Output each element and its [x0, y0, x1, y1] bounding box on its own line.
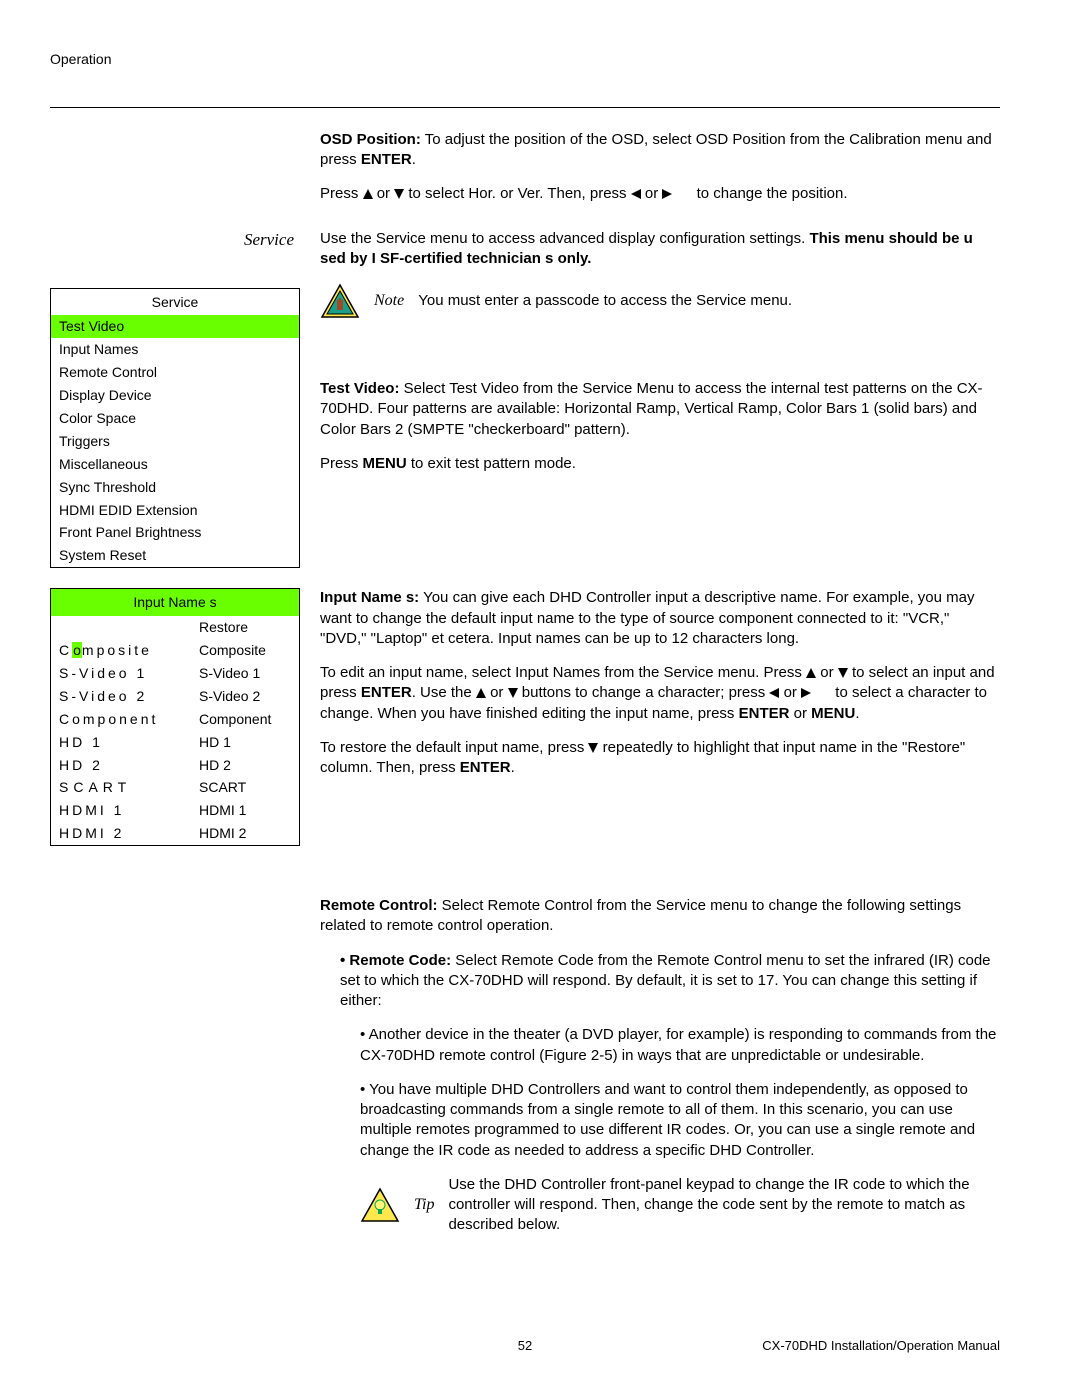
service-menu-item[interactable]: Front Panel Brightness	[51, 521, 299, 544]
osd-controls-paragraph: Press or to select Hor. or Ver. Then, pr…	[320, 184, 1000, 204]
arrow-down-icon	[588, 743, 598, 753]
arrow-up-icon	[363, 189, 373, 199]
input-names-row[interactable]: SCART SCART	[51, 776, 299, 799]
service-menu-item[interactable]: Miscellaneous	[51, 453, 299, 476]
arrow-down-icon	[394, 189, 404, 199]
input-names-row[interactable]: HD 2 HD 2	[51, 754, 299, 777]
note-icon	[320, 283, 360, 319]
arrow-right-icon	[662, 189, 692, 199]
restore-header: Restore	[199, 618, 291, 637]
edit-cursor: o	[72, 642, 82, 658]
tip-text: Use the DHD Controller front-panel keypa…	[448, 1175, 1000, 1236]
tip-icon	[360, 1187, 400, 1223]
remote-bullet-1: • Another device in the theater (a DVD p…	[320, 1025, 1000, 1066]
note-text: You must enter a passcode to access the …	[418, 291, 1000, 311]
manual-title: CX-70DHD Installation/Operation Manual	[683, 1337, 1000, 1355]
note-callout: Note You must enter a passcode to access…	[320, 283, 1000, 319]
input-names-menu: Input Name s Restore Composite Composite…	[50, 588, 300, 846]
arrow-left-icon	[769, 688, 779, 698]
service-menu-title: Service	[51, 289, 299, 316]
input-names-row[interactable]: HDMI 2 HDMI 2	[51, 822, 299, 845]
remote-bullet-2: • You have multiple DHD Controllers and …	[320, 1080, 1000, 1161]
service-menu-item[interactable]: Color Space	[51, 407, 299, 430]
arrow-down-icon	[508, 688, 518, 698]
input-names-header-row: Restore	[51, 616, 299, 639]
header-rule	[50, 107, 1000, 108]
input-names-row[interactable]: Component Component	[51, 708, 299, 731]
service-menu-item[interactable]: Display Device	[51, 384, 299, 407]
arrow-up-icon	[476, 688, 486, 698]
service-menu-item[interactable]: HDMI EDID Extension	[51, 499, 299, 522]
remote-control-paragraph: Remote Control: Select Remote Control fr…	[320, 896, 1000, 937]
tip-label: Tip	[414, 1194, 434, 1216]
service-menu-item[interactable]: Test Video	[51, 315, 299, 338]
service-menu-item[interactable]: System Reset	[51, 544, 299, 567]
service-intro: Use the Service menu to access advanced …	[320, 229, 1000, 270]
tip-callout: Tip Use the DHD Controller front-panel k…	[320, 1175, 1000, 1236]
service-menu-item[interactable]: Sync Threshold	[51, 476, 299, 499]
arrow-right-icon	[801, 688, 831, 698]
service-menu: Service Test Video Input Names Remote Co…	[50, 288, 300, 569]
service-menu-item[interactable]: Remote Control	[51, 361, 299, 384]
input-names-paragraph: Input Name s: You can give each DHD Cont…	[320, 588, 1000, 649]
osd-position-paragraph: OSD Position: To adjust the position of …	[320, 130, 1000, 171]
service-menu-item[interactable]: Input Names	[51, 338, 299, 361]
input-names-row[interactable]: Composite Composite	[51, 639, 299, 662]
input-names-row[interactable]: S-Video 1 S-Video 1	[51, 662, 299, 685]
input-names-edit-paragraph: To edit an input name, select Input Name…	[320, 663, 1000, 724]
arrow-down-icon	[838, 668, 848, 678]
service-menu-item[interactable]: Triggers	[51, 430, 299, 453]
input-names-row[interactable]: HDMI 1 HDMI 1	[51, 799, 299, 822]
input-names-row[interactable]: HD 1 HD 1	[51, 731, 299, 754]
test-video-exit: Press MENU to exit test pattern mode.	[320, 454, 1000, 474]
note-label: Note	[374, 290, 404, 312]
input-names-row[interactable]: S-Video 2 S-Video 2	[51, 685, 299, 708]
remote-code-paragraph: • Remote Code: Select Remote Code from t…	[320, 951, 1000, 1012]
test-video-paragraph: Test Video: Select Test Video from the S…	[320, 379, 1000, 440]
osd-position-label: OSD Position:	[320, 131, 421, 148]
page-footer: 52 CX-70DHD Installation/Operation Manua…	[50, 1337, 1000, 1355]
page-header: Operation	[50, 50, 1000, 69]
input-names-title: Input Name s	[51, 589, 299, 616]
arrow-left-icon	[631, 189, 641, 199]
service-subheading: Service	[50, 229, 300, 252]
arrow-up-icon	[806, 668, 816, 678]
page-number: 52	[367, 1337, 684, 1355]
input-names-restore-paragraph: To restore the default input name, press…	[320, 738, 1000, 779]
